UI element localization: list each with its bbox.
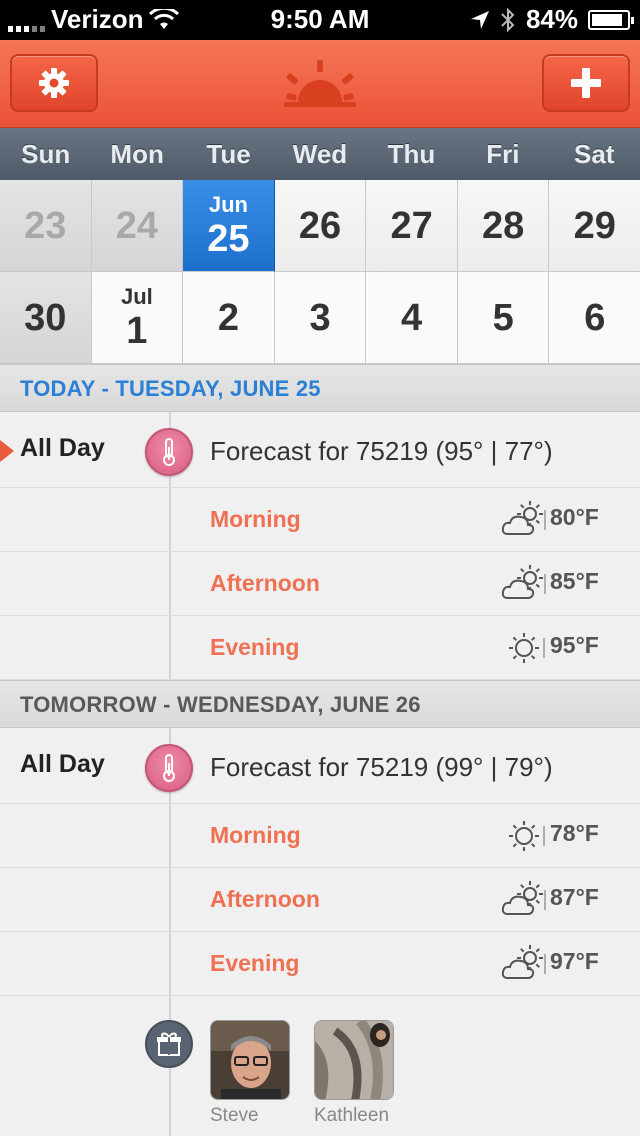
calendar-day[interactable]: 24 (91, 180, 184, 272)
add-event-button[interactable] (542, 54, 630, 112)
weekday-label: Wed (292, 139, 348, 169)
weekday-header: Sun Mon Tue Wed Thu Fri Sat (0, 128, 640, 180)
all-day-label: All Day (20, 750, 105, 778)
day-number: 29 (573, 204, 616, 247)
gear-icon (39, 68, 69, 98)
calendar-day[interactable]: 28 (457, 180, 550, 272)
day-number: 26 (298, 204, 342, 247)
forecast-period-row[interactable]: Afternoon 87°F (0, 868, 640, 932)
all-day-label: All Day (20, 434, 105, 462)
temperature: 97°F (550, 948, 599, 974)
month-label: Jul (120, 283, 153, 309)
battery-percent: 84% (525, 4, 578, 34)
forecast-period-row[interactable]: Afternoon 85°F (0, 552, 640, 616)
forecast-period-row[interactable]: Morning 78°F (0, 804, 640, 868)
calendar-day[interactable]: 5 (457, 272, 550, 364)
today-section-header: TODAY - TUESDAY, JUNE 25 (0, 364, 640, 412)
thermometer-icon (145, 744, 193, 792)
weekday-label: Sun (21, 139, 71, 169)
all-day-event[interactable]: All Day Forecast for 75219 (95° | 77°) (0, 412, 640, 488)
forecast-period-row[interactable]: Evening 95°F (0, 616, 640, 680)
day-number: 5 (492, 296, 514, 339)
calendar-day[interactable]: 23 (0, 180, 92, 272)
app-header (0, 40, 640, 128)
day-number: 30 (24, 296, 67, 339)
person-name: Kathleen (314, 1105, 390, 1126)
weekday-label: Fri (486, 139, 520, 169)
calendar-day[interactable]: 30 (0, 272, 92, 364)
calendar-day-today[interactable]: Jun 25 (183, 180, 275, 272)
day-number: 24 (115, 204, 158, 247)
calendar-day[interactable]: 6 (549, 272, 640, 364)
forecast-text: Forecast for 75219 (95° | 77°) (210, 436, 553, 466)
temperature: 80°F (550, 504, 599, 530)
partly-cloudy-icon (501, 565, 546, 599)
temperature: 87°F (550, 884, 599, 910)
tomorrow-section-header: TOMORROW - WEDNESDAY, JUNE 26 (0, 680, 640, 728)
current-indicator-icon (0, 440, 14, 462)
calendar-day[interactable]: Jul 1 (91, 272, 184, 364)
weekday-label: Mon (110, 139, 164, 169)
sunrise-logo-icon (284, 60, 356, 107)
person-name: Steve (210, 1105, 259, 1126)
avatar (314, 1020, 394, 1100)
month-label: Jun (208, 191, 248, 217)
day-number: 25 (207, 217, 250, 260)
calendar-day[interactable]: 4 (366, 272, 458, 364)
calendar-day[interactable]: 26 (274, 180, 367, 272)
sunny-icon (509, 633, 545, 663)
partly-cloudy-icon (501, 881, 546, 915)
all-day-event[interactable]: All Day Forecast for 75219 (99° | 79°) (0, 728, 640, 804)
location-icon (470, 10, 489, 29)
temperature: 85°F (550, 568, 599, 594)
period-name: Afternoon (210, 886, 320, 912)
period-name: Morning (210, 506, 301, 532)
forecast-text: Forecast for 75219 (99° | 79°) (210, 752, 553, 782)
temperature: 78°F (550, 820, 599, 846)
thermometer-icon (145, 428, 193, 476)
calendar-day[interactable]: 27 (366, 180, 458, 272)
day-number: 4 (401, 296, 423, 339)
period-name: Evening (210, 634, 300, 660)
forecast-period-row[interactable]: Evening 97°F (0, 932, 640, 996)
avatar (210, 1020, 290, 1100)
day-number: 1 (126, 309, 148, 352)
day-number: 27 (390, 204, 433, 247)
calendar-day[interactable]: 3 (274, 272, 367, 364)
partly-cloudy-icon (501, 501, 546, 535)
calendar-day[interactable]: 2 (183, 272, 275, 364)
forecast-period-row[interactable]: Morning 80°F (0, 488, 640, 552)
calendar-grid: 23 24 Jun 25 26 27 28 29 30 Jul 1 2 3 4 5 6 (0, 180, 640, 364)
birthday-person[interactable]: Steve (210, 1020, 290, 1127)
calendar-day[interactable]: 29 (549, 180, 640, 272)
plus-icon (571, 68, 601, 98)
battery-icon (588, 9, 634, 30)
weekday-label: Thu (387, 139, 436, 169)
partly-cloudy-icon (501, 945, 546, 979)
gift-icon (145, 1020, 193, 1068)
period-name: Evening (210, 950, 300, 976)
day-number: 6 (584, 296, 606, 339)
birthday-person[interactable]: Kathleen (314, 1020, 394, 1127)
day-number: 23 (24, 204, 67, 247)
status-bar: Verizon 9:50 AM 84% (0, 0, 640, 40)
weekday-label: Tue (206, 139, 251, 169)
day-number: 2 (217, 296, 240, 339)
day-number: 28 (482, 204, 525, 247)
period-name: Morning (210, 822, 301, 848)
day-number: 3 (309, 296, 331, 339)
settings-button[interactable] (10, 54, 98, 112)
weekday-label: Sat (574, 139, 615, 169)
sunny-icon (509, 821, 545, 851)
period-name: Afternoon (210, 570, 320, 596)
bluetooth-icon (501, 7, 515, 32)
temperature: 95°F (550, 632, 599, 658)
